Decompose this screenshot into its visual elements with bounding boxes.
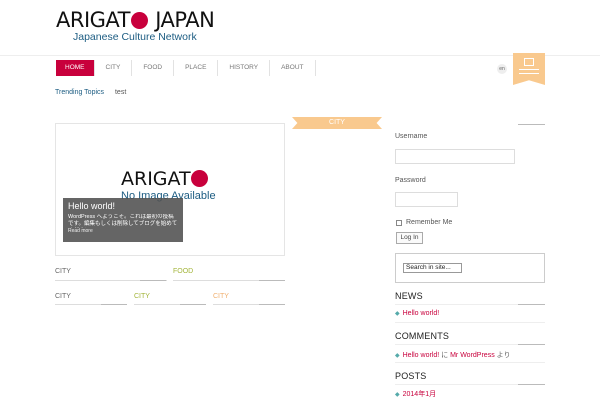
trending-label: Trending Topics xyxy=(55,89,105,96)
ribbon-icon xyxy=(524,58,534,66)
nav-place[interactable]: PLACE xyxy=(174,60,219,76)
placeholder-logo: ARIGAT xyxy=(121,168,231,190)
news-title: NEWS xyxy=(395,291,423,301)
read-more-link[interactable]: Read more xyxy=(68,228,178,235)
username-field[interactable] xyxy=(395,149,515,164)
post-title[interactable]: Hello world! xyxy=(68,201,178,212)
bullet-icon: ◆ xyxy=(395,311,400,317)
category-city[interactable]: CITY xyxy=(213,293,229,300)
nav-home[interactable]: HOME xyxy=(56,60,95,76)
logo-wordmark: ARIGAT JAPAN xyxy=(56,8,215,32)
search-widget: Search in site... xyxy=(395,253,545,283)
ribbon-label-icon xyxy=(519,69,539,74)
category-accent xyxy=(259,304,285,305)
category-city[interactable]: CITY xyxy=(134,293,150,300)
remember-me-label: Remember Me xyxy=(406,219,453,226)
widget-divider xyxy=(395,322,545,323)
bullet-icon: ◆ xyxy=(395,392,400,398)
category-food[interactable]: FOOD xyxy=(173,268,193,275)
comment-item[interactable]: ◆ Hello world! に Mr WordPress より xyxy=(395,350,511,360)
sidebar-accent xyxy=(518,124,545,125)
posts-item[interactable]: ◆ 2014年1月 xyxy=(395,389,436,399)
post-card[interactable]: ARIGAT No Image Available Hello world! W… xyxy=(55,123,285,256)
post-caption: Hello world! WordPress へようこそ。これは最初の投稿です。… xyxy=(63,198,183,242)
logo-red-dot xyxy=(131,12,148,29)
bullet-icon: ◆ xyxy=(395,353,400,359)
login-button[interactable]: Log In xyxy=(396,232,423,244)
category-accent xyxy=(101,304,127,305)
posts-accent xyxy=(518,384,545,385)
password-field[interactable] xyxy=(395,192,458,207)
nav-city[interactable]: CITY xyxy=(95,60,133,76)
trending-topics: Trending Topics test xyxy=(55,89,126,96)
placeholder-red-dot xyxy=(190,170,208,187)
site-logo[interactable]: ARIGAT JAPAN Japanese Culture Network xyxy=(56,8,215,43)
comments-accent xyxy=(518,344,545,345)
nav-history[interactable]: HISTORY xyxy=(218,60,271,76)
nav-food[interactable]: FOOD xyxy=(132,60,175,76)
category-accent xyxy=(259,280,285,281)
trending-link[interactable]: test xyxy=(115,89,126,96)
category-accent xyxy=(140,280,166,281)
news-item[interactable]: ◆ Hello world! xyxy=(395,310,439,317)
bookmark-ribbon[interactable] xyxy=(513,53,545,85)
post-excerpt: WordPress へようこそ。これは最初の投稿です。編集もしくは削除してブログ… xyxy=(68,214,178,227)
main-nav: HOME CITY FOOD PLACE HISTORY ABOUT xyxy=(56,60,316,76)
category-city[interactable]: CITY xyxy=(55,268,71,275)
category-accent xyxy=(180,304,206,305)
search-input[interactable]: Search in site... xyxy=(403,263,462,273)
nav-about[interactable]: ABOUT xyxy=(270,60,316,76)
widget-divider xyxy=(395,362,545,363)
username-label: Username xyxy=(395,133,428,140)
posts-title: POSTS xyxy=(395,371,427,381)
header-divider xyxy=(0,55,600,56)
logo-tagline: Japanese Culture Network xyxy=(73,31,197,43)
category-city[interactable]: CITY xyxy=(55,293,71,300)
remember-me-checkbox[interactable] xyxy=(396,220,402,226)
news-accent xyxy=(518,304,545,305)
category-tab-city[interactable]: CITY xyxy=(292,117,382,129)
password-label: Password xyxy=(395,177,426,184)
comments-title: COMMENTS xyxy=(395,331,450,341)
language-switch[interactable]: en xyxy=(497,64,507,74)
